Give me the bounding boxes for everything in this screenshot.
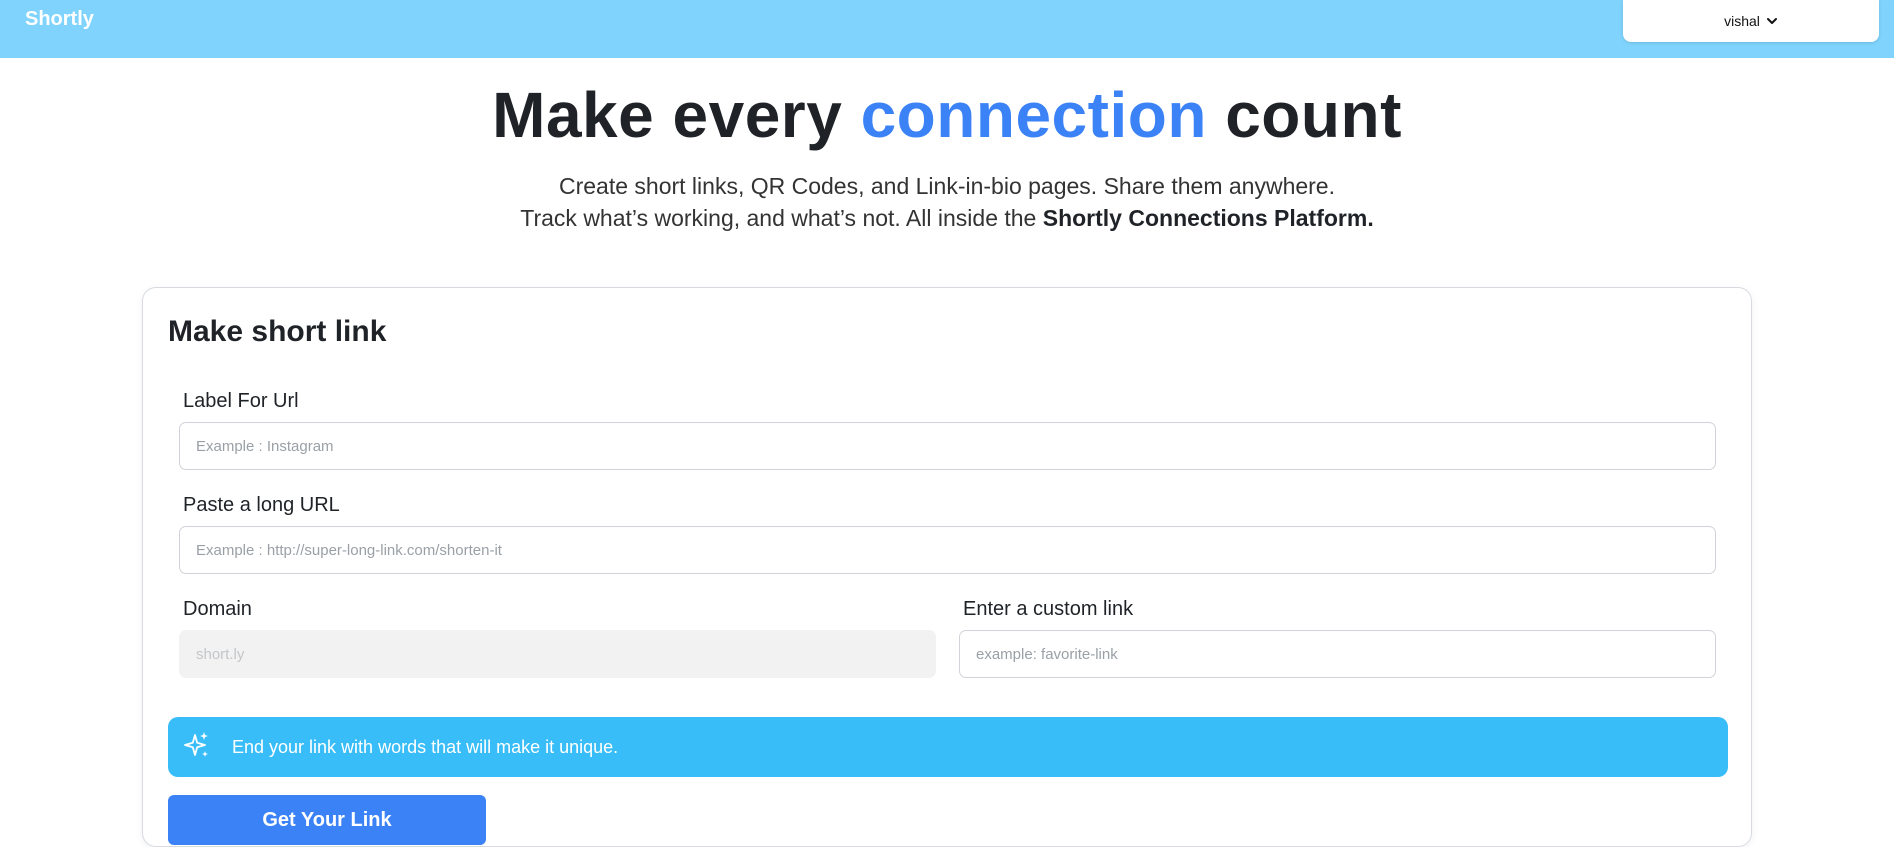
platform-name: Shortly Connections Platform. [1042, 205, 1374, 231]
hero-subtitle-line-2: Track what’s working, and what’s not. Al… [0, 202, 1894, 234]
domain-field-label: Domain [183, 598, 252, 620]
hero-title: Make every connection count [0, 78, 1894, 152]
hero-subtitle-line-2-text: Track what’s working, and what’s not. Al… [520, 205, 1043, 231]
user-menu-dropdown[interactable]: vishal [1623, 0, 1879, 42]
hero-title-end: count [1206, 79, 1402, 151]
label-field-label: Label For Url [183, 390, 299, 412]
form-title: Make short link [168, 315, 387, 348]
sparkles-icon [184, 731, 210, 764]
url-field-label: Paste a long URL [183, 494, 340, 516]
label-input[interactable] [179, 422, 1716, 470]
hero-subtitle-line-1: Create short links, QR Codes, and Link-i… [558, 173, 1335, 199]
user-name: vishal [1724, 13, 1760, 29]
domain-input [179, 630, 936, 678]
tip-banner: End your link with words that will make … [168, 717, 1728, 777]
get-link-button[interactable]: Get Your Link [168, 795, 486, 845]
custom-link-input[interactable] [959, 630, 1716, 678]
long-url-input[interactable] [179, 526, 1716, 574]
short-link-form-card: Make short link Label For Url Paste a lo… [142, 287, 1752, 847]
chevron-down-icon [1766, 15, 1778, 27]
tip-text: End your link with words that will make … [232, 736, 619, 757]
hero-subtitle: Create short links, QR Codes, and Link-i… [0, 170, 1894, 234]
hero-title-start: Make every [492, 79, 861, 151]
brand-logo[interactable]: Shortly [25, 8, 94, 31]
custom-link-field-label: Enter a custom link [963, 598, 1134, 620]
top-navbar: Shortly vishal [0, 0, 1894, 58]
hero-title-accent: connection [860, 79, 1207, 151]
